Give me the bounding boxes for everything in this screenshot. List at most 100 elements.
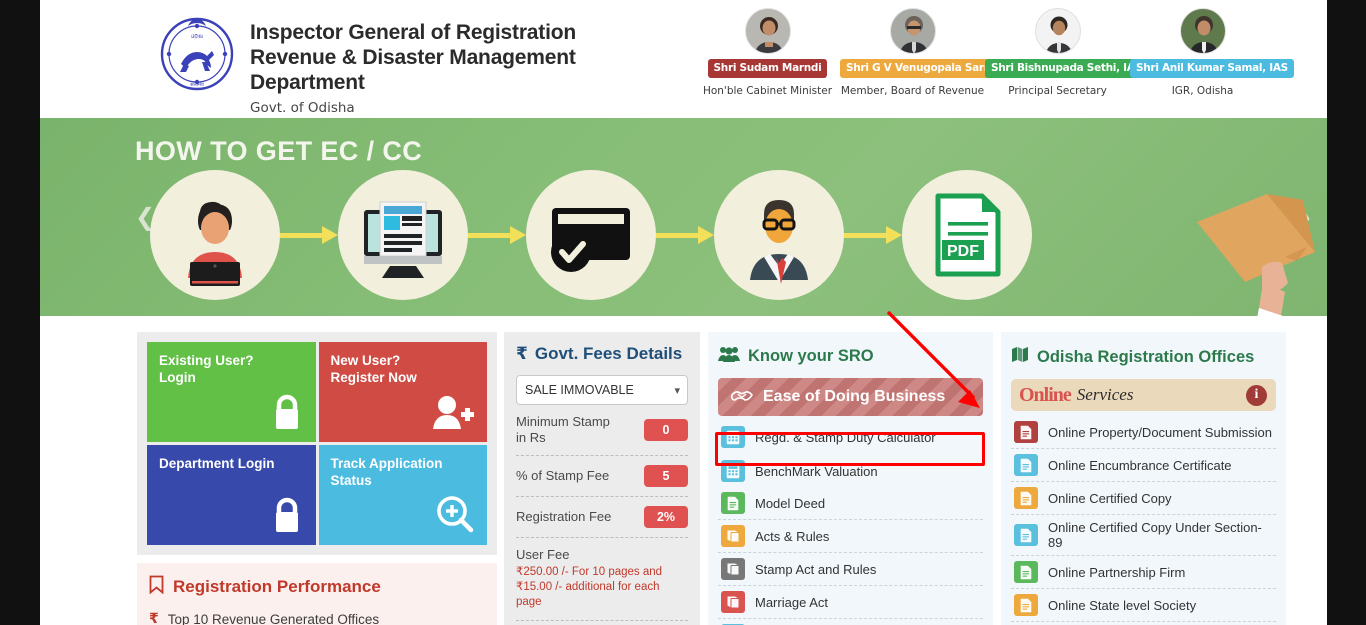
people-group-icon (718, 346, 740, 367)
person-laptop-icon (150, 170, 280, 300)
ease-of-doing-business-label: Ease of Doing Business (763, 388, 946, 405)
office-link-label: Online Encumbrance Certificate (1048, 457, 1232, 473)
sro-link-label: Stamp Act and Rules (755, 561, 877, 577)
flow-arrow-icon (844, 226, 902, 244)
page-root: ଓଡ଼ିଶା सत्यमेव Inspector General of Regi… (40, 0, 1327, 625)
govt-fees-title: ₹ Govt. Fees Details (516, 344, 688, 364)
office-link-label: Online Partnership Firm (1048, 564, 1186, 580)
tile-label: Track Application (330, 456, 443, 471)
site-title: Inspector General of Registration Revenu… (250, 20, 576, 95)
official-role: Member, Board of Revenue (840, 85, 985, 97)
fee-label: % of Stamp Fee (516, 468, 610, 483)
brand-text: Inspector General of Registration Revenu… (250, 14, 576, 116)
sro-link-label: Model Deed (755, 495, 826, 511)
sro-link-stamp-act-and-rules[interactable]: Stamp Act and Rules (718, 553, 983, 586)
panel-title-text: Know your SRO (748, 347, 874, 365)
office-link-label: Online Property/Document Submission (1048, 424, 1272, 440)
tile-existing-user-login[interactable]: Existing User? Login (147, 342, 316, 442)
official-name-badge: Shri Anil Kumar Samal, IAS (1130, 59, 1294, 78)
carousel-title: HOW TO GET EC / CC (135, 136, 423, 166)
sro-link-public-service-delivery-timeline[interactable]: Public Service Delivery Timeline (718, 619, 983, 625)
info-icon[interactable]: i (1246, 384, 1267, 406)
tile-label: Existing User? (159, 353, 254, 368)
user-fee-row: User Fee ₹250.00 /- For 10 pages and ₹15… (516, 538, 688, 621)
official-card[interactable]: Shri Bishnupada Sethi, IAS Principal Sec… (985, 8, 1148, 97)
sro-link-acts-and-rules[interactable]: Acts & Rules (718, 520, 983, 553)
book-icon (721, 525, 745, 547)
document-icon (721, 492, 745, 514)
carousel-step-flow: PDF (150, 170, 1032, 300)
deed-type-select[interactable]: SALE IMMOVABLE (516, 375, 688, 405)
office-link-online-partnership-firm[interactable]: Online Partnership Firm (1011, 556, 1276, 589)
tile-label: New User? (330, 353, 401, 368)
pdf-document-icon: PDF (902, 170, 1032, 300)
performance-item-top-revenue-offices[interactable]: ₹ Top 10 Revenue Generated Offices (149, 611, 485, 625)
fee-row: Minimum Stamp in Rs 0 (516, 405, 688, 456)
user-fee-note: ₹250.00 /- For 10 pages and ₹15.00 /- ad… (516, 566, 663, 608)
sro-link-marriage-act[interactable]: Marriage Act (718, 586, 983, 619)
sro-links-list: Regd. & Stamp Duty Calculator BenchMark … (718, 421, 983, 625)
office-link-online-property-document-submission[interactable]: Online Property/Document Submission (1011, 416, 1276, 449)
official-card[interactable]: Shri G V Venugopala Sarma, IAS Member, B… (840, 8, 1033, 97)
quick-links-column: Existing User? Login New User? Register … (137, 332, 497, 625)
bookmark-icon (149, 575, 164, 599)
document-icon (1014, 561, 1038, 583)
fee-value-badge: 2% (644, 506, 688, 528)
online-services-label: Services (1076, 385, 1134, 404)
sro-link-regd-stamp-duty-calculator[interactable]: Regd. & Stamp Duty Calculator (718, 421, 983, 453)
calculator-icon (721, 426, 745, 448)
site-title-line-3: Department (250, 71, 365, 94)
govt-fees-panel: ₹ Govt. Fees Details SALE IMMOVABLE ▾ Mi… (504, 332, 700, 625)
official-card[interactable]: Shri Anil Kumar Samal, IAS IGR, Odisha (1130, 8, 1294, 97)
envelope-hand-illustration (1167, 162, 1327, 316)
sro-link-label: Regd. & Stamp Duty Calculator (755, 429, 936, 445)
deed-type-select-wrap: SALE IMMOVABLE ▾ (516, 375, 688, 405)
official-name-badge: Shri Bishnupada Sethi, IAS (985, 59, 1148, 78)
tile-track-application-status[interactable]: Track Application Status (318, 445, 487, 545)
tile-department-login[interactable]: Department Login (147, 445, 316, 545)
quick-tiles-panel: Existing User? Login New User? Register … (137, 332, 497, 555)
office-link-online-certified-copy[interactable]: Online Certified Copy (1011, 482, 1276, 515)
document-icon (1014, 594, 1038, 616)
map-icon (1011, 346, 1029, 368)
offices-links-list: Online Property/Document Submission Onli… (1011, 416, 1276, 625)
fee-label: Registration Fee (516, 509, 612, 524)
officer-icon (714, 170, 844, 300)
ease-of-doing-business-button[interactable]: Ease of Doing Business (718, 378, 983, 416)
flow-arrow-icon (656, 226, 714, 244)
book-icon (721, 591, 745, 613)
official-card[interactable]: Shri Sudam Marndi Hon'ble Cabinet Minist… (695, 8, 840, 97)
office-link-label: Online Certified Copy (1048, 490, 1172, 506)
sro-link-benchmark-valuation[interactable]: BenchMark Valuation (718, 453, 983, 487)
desktop-document-icon (338, 170, 468, 300)
fee-value-badge: 5 (644, 465, 688, 487)
brand-block[interactable]: ଓଡ଼ିଶା सत्यमेव Inspector General of Regi… (158, 14, 576, 116)
rupee-icon: ₹ (516, 344, 528, 364)
sro-link-model-deed[interactable]: Model Deed (718, 487, 983, 520)
book-icon (721, 558, 745, 580)
tile-new-user-register[interactable]: New User? Register Now (318, 342, 487, 442)
office-link-label: Online Certified Copy Under Section-89 (1048, 520, 1262, 550)
lock-icon (270, 496, 304, 539)
fee-value-badge: 0 (644, 419, 688, 441)
odisha-registration-offices-title: Odisha Registration Offices (1011, 346, 1276, 368)
registration-performance-panel: Registration Performance ₹ Top 10 Revenu… (137, 563, 497, 625)
main-content: Existing User? Login New User? Register … (40, 310, 1327, 625)
online-services-word: Online (1019, 383, 1072, 406)
panel-title-text: Govt. Fees Details (534, 344, 683, 363)
official-name-badge: Shri Sudam Marndi (707, 59, 828, 78)
office-link-online-encumbrance-certificate[interactable]: Online Encumbrance Certificate (1011, 449, 1276, 482)
rupee-icon: ₹ (149, 611, 159, 625)
lock-icon (270, 393, 304, 436)
quick-tiles-grid: Existing User? Login New User? Register … (147, 342, 487, 545)
site-subtitle: Govt. of Odisha (250, 100, 355, 116)
online-services-banner[interactable]: Online Services i (1011, 379, 1276, 411)
hero-carousel[interactable]: HOW TO GET EC / CC ❮ ❯ (40, 118, 1327, 316)
official-role: IGR, Odisha (1171, 85, 1234, 97)
office-link-online-certified-copy-section-89[interactable]: Online Certified Copy Under Section-89 (1011, 515, 1276, 556)
tile-label: Department Login (159, 456, 275, 471)
office-link-online-state-level-society[interactable]: Online State level Society (1011, 589, 1276, 622)
sro-link-label: Acts & Rules (755, 528, 830, 544)
calculator-icon (721, 460, 745, 482)
panel-title-text: Odisha Registration Offices (1037, 347, 1255, 366)
